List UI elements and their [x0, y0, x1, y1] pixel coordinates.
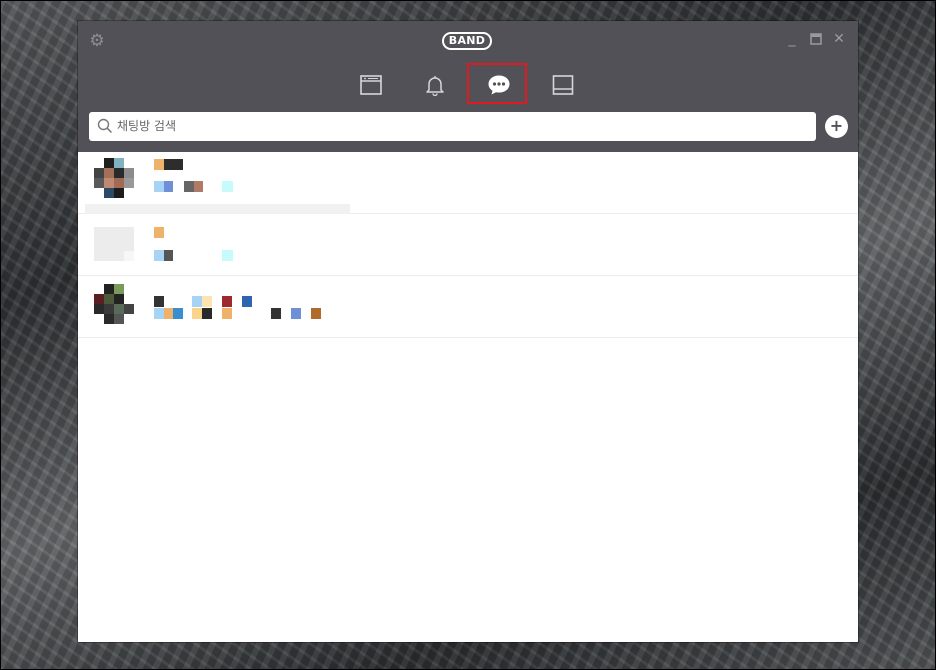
band-app-window: ⚙ BAND _ ✕ 채팅방 검색 + — [78, 21, 858, 642]
chat-list — [78, 152, 858, 642]
tab-chat[interactable] — [474, 66, 524, 104]
chat-list-item[interactable] — [78, 276, 858, 338]
bell-icon — [426, 76, 444, 96]
divider — [85, 204, 350, 214]
new-chat-button[interactable]: + — [825, 115, 848, 138]
avatar — [94, 158, 134, 204]
avatar — [94, 284, 134, 330]
close-icon[interactable]: ✕ — [831, 30, 847, 48]
tab-band-home[interactable] — [346, 66, 396, 104]
search-box[interactable] — [89, 112, 816, 141]
band-home-icon — [360, 75, 382, 95]
search-icon — [97, 118, 113, 134]
chat-list-item[interactable] — [78, 214, 858, 276]
tab-notifications[interactable] — [410, 66, 460, 104]
minimize-icon[interactable]: _ — [784, 30, 800, 48]
search-input[interactable] — [117, 115, 797, 137]
tab-bar — [78, 60, 858, 110]
band-logo: BAND — [442, 32, 492, 50]
tab-pages[interactable] — [538, 66, 588, 104]
search-row: + — [78, 110, 858, 152]
chat-bubble-icon — [488, 75, 510, 95]
chat-list-item[interactable] — [78, 152, 858, 214]
title-bar: ⚙ BAND _ ✕ — [78, 21, 858, 60]
maximize-icon[interactable] — [808, 30, 824, 48]
avatar — [94, 227, 134, 273]
gear-icon[interactable]: ⚙ — [88, 32, 106, 50]
pages-icon — [552, 75, 574, 95]
